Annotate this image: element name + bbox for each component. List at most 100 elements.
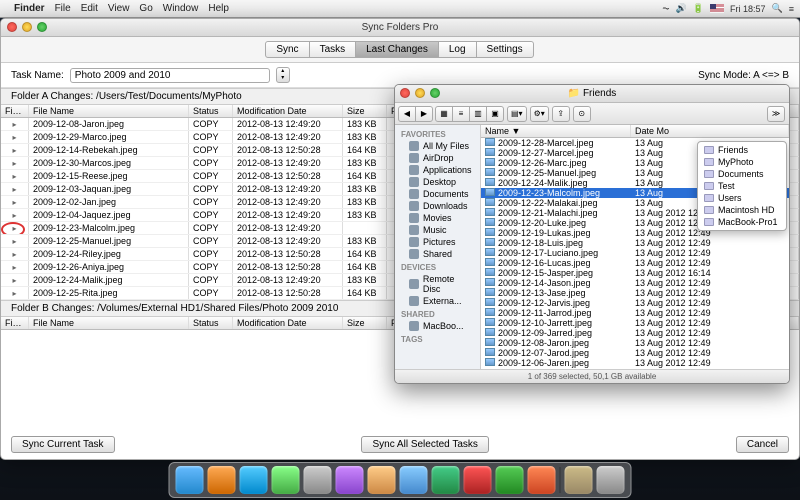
menu-help[interactable]: Help [208, 3, 229, 14]
sidebar-item[interactable]: Documents [395, 188, 480, 200]
tab-last-changes[interactable]: Last Changes [355, 41, 439, 58]
share-button[interactable]: ⇪ [552, 106, 570, 122]
menu-edit[interactable]: Edit [81, 3, 98, 14]
sidebar-item[interactable]: Externa... [395, 295, 480, 307]
finder-zoom-button[interactable] [430, 88, 440, 98]
dock-app[interactable] [400, 466, 428, 494]
toolbar-overflow[interactable]: ≫ [767, 106, 785, 122]
back-button[interactable]: ◀ [398, 106, 416, 122]
view-column-button[interactable]: ▥ [469, 106, 487, 122]
zoom-button[interactable] [37, 22, 47, 32]
dock-app[interactable] [368, 466, 396, 494]
sidebar-item[interactable]: AirDrop [395, 152, 480, 164]
notification-icon[interactable]: ≡ [789, 4, 794, 14]
menu-window[interactable]: Window [163, 3, 199, 14]
wifi-icon[interactable]: ⏦ [662, 3, 669, 14]
dock-app[interactable] [272, 466, 300, 494]
path-popover[interactable]: FriendsMyPhotoDocumentsTestUsersMacintos… [697, 141, 787, 231]
folder-icon [409, 153, 419, 163]
dock-trash[interactable] [597, 466, 625, 494]
menu-view[interactable]: View [108, 3, 130, 14]
dock-finder[interactable] [176, 466, 204, 494]
list-item[interactable]: 2009-12-07-Jarod.jpeg13 Aug 2012 12:49 [481, 348, 789, 358]
list-item[interactable]: 2009-12-10-Jarrett.jpeg13 Aug 2012 12:49 [481, 318, 789, 328]
path-item[interactable]: Friends [700, 144, 784, 156]
task-name-input[interactable] [70, 68, 270, 83]
finder-col-name[interactable]: Name ▼ [481, 125, 631, 137]
col-date[interactable]: Modification Date [233, 105, 343, 117]
minimize-button[interactable] [22, 22, 32, 32]
col-filename[interactable]: File Name [29, 105, 189, 117]
tab-log[interactable]: Log [438, 41, 477, 58]
finder-window[interactable]: 📁 Friends ◀ ▶ ▦ ≡ ▥ ▣ ▤▾ ⚙▾ ⇪ ⊙ ≫ FAVORI… [394, 84, 790, 384]
tab-tasks[interactable]: Tasks [309, 41, 357, 58]
menubar-clock[interactable]: Fri 18:57 [730, 4, 766, 14]
arrange-button[interactable]: ▤▾ [507, 106, 527, 122]
window-titlebar[interactable]: Sync Folders Pro [1, 19, 799, 37]
dock-app[interactable] [464, 466, 492, 494]
sync-all-button[interactable]: Sync All Selected Tasks [361, 436, 488, 453]
path-item[interactable]: MyPhoto [700, 156, 784, 168]
sidebar-item[interactable]: Pictures [395, 236, 480, 248]
finder-close-button[interactable] [400, 88, 410, 98]
dock-app[interactable] [528, 466, 556, 494]
dock-app[interactable] [208, 466, 236, 494]
battery-icon[interactable]: 🔋 [693, 3, 704, 14]
list-item[interactable]: 2009-12-14-Jason.jpeg13 Aug 2012 12:49 [481, 278, 789, 288]
sidebar-item[interactable]: Shared [395, 248, 480, 260]
path-item[interactable]: Users [700, 192, 784, 204]
col-size[interactable]: Size [343, 105, 387, 117]
list-item[interactable]: 2009-12-13-Jase.jpeg13 Aug 2012 12:49 [481, 288, 789, 298]
list-item[interactable]: 2009-12-15-Jasper.jpeg13 Aug 2012 16:14 [481, 268, 789, 278]
col-finder[interactable]: Finder [1, 105, 29, 117]
sidebar-item[interactable]: Desktop [395, 176, 480, 188]
action-button[interactable]: ⚙▾ [530, 106, 549, 122]
menu-go[interactable]: Go [139, 3, 152, 14]
menu-app[interactable]: Finder [14, 3, 45, 14]
list-item[interactable]: 2009-12-16-Lucas.jpeg13 Aug 2012 12:49 [481, 258, 789, 268]
path-item[interactable]: Macintosh HD [700, 204, 784, 216]
path-item[interactable]: Documents [700, 168, 784, 180]
task-stepper[interactable]: ▴▾ [276, 67, 290, 83]
volume-icon[interactable]: 🔊 [676, 3, 687, 14]
tab-settings[interactable]: Settings [476, 41, 534, 58]
dock-app[interactable] [336, 466, 364, 494]
list-item[interactable]: 2009-12-12-Jarvis.jpeg13 Aug 2012 12:49 [481, 298, 789, 308]
dock-app[interactable] [240, 466, 268, 494]
sync-current-button[interactable]: Sync Current Task [11, 436, 115, 453]
sidebar-item[interactable]: Applications [395, 164, 480, 176]
view-list-button[interactable]: ≡ [452, 106, 470, 122]
input-flag-icon[interactable] [710, 4, 724, 13]
sidebar-item[interactable]: Music [395, 224, 480, 236]
dock-app[interactable] [304, 466, 332, 494]
list-item[interactable]: 2009-12-17-Luciano.jpeg13 Aug 2012 12:49 [481, 248, 789, 258]
list-item[interactable]: 2009-12-08-Jaron.jpeg13 Aug 2012 12:49 [481, 338, 789, 348]
forward-button[interactable]: ▶ [415, 106, 433, 122]
list-item[interactable]: 2009-12-11-Jarrod.jpeg13 Aug 2012 12:49 [481, 308, 789, 318]
folder-icon [704, 218, 714, 226]
spotlight-icon[interactable]: 🔍 [772, 3, 783, 14]
list-item[interactable]: 2009-12-18-Luis.jpeg13 Aug 2012 12:49 [481, 238, 789, 248]
view-icon-button[interactable]: ▦ [435, 106, 453, 122]
dock-app[interactable] [432, 466, 460, 494]
close-button[interactable] [7, 22, 17, 32]
sidebar-item[interactable]: Downloads [395, 200, 480, 212]
view-cover-button[interactable]: ▣ [486, 106, 504, 122]
sidebar-item[interactable]: MacBoo... [395, 320, 480, 332]
list-item[interactable]: 2009-12-06-Jaren.jpeg13 Aug 2012 12:49 [481, 358, 789, 368]
cancel-button[interactable]: Cancel [736, 436, 789, 453]
tab-sync[interactable]: Sync [265, 41, 309, 58]
sidebar-item[interactable]: Remote Disc [395, 273, 480, 295]
dock-app[interactable] [496, 466, 524, 494]
list-item[interactable]: 2009-12-09-Jarred.jpeg13 Aug 2012 12:49 [481, 328, 789, 338]
menu-file[interactable]: File [55, 3, 71, 14]
path-item[interactable]: Test [700, 180, 784, 192]
dock-folder[interactable] [565, 466, 593, 494]
sidebar-item[interactable]: All My Files [395, 140, 480, 152]
finder-col-date[interactable]: Date Mo [631, 125, 789, 137]
col-status[interactable]: Status [189, 105, 233, 117]
sidebar-item[interactable]: Movies [395, 212, 480, 224]
finder-minimize-button[interactable] [415, 88, 425, 98]
tags-button[interactable]: ⊙ [573, 106, 591, 122]
path-item[interactable]: MacBook-Pro1 [700, 216, 784, 228]
